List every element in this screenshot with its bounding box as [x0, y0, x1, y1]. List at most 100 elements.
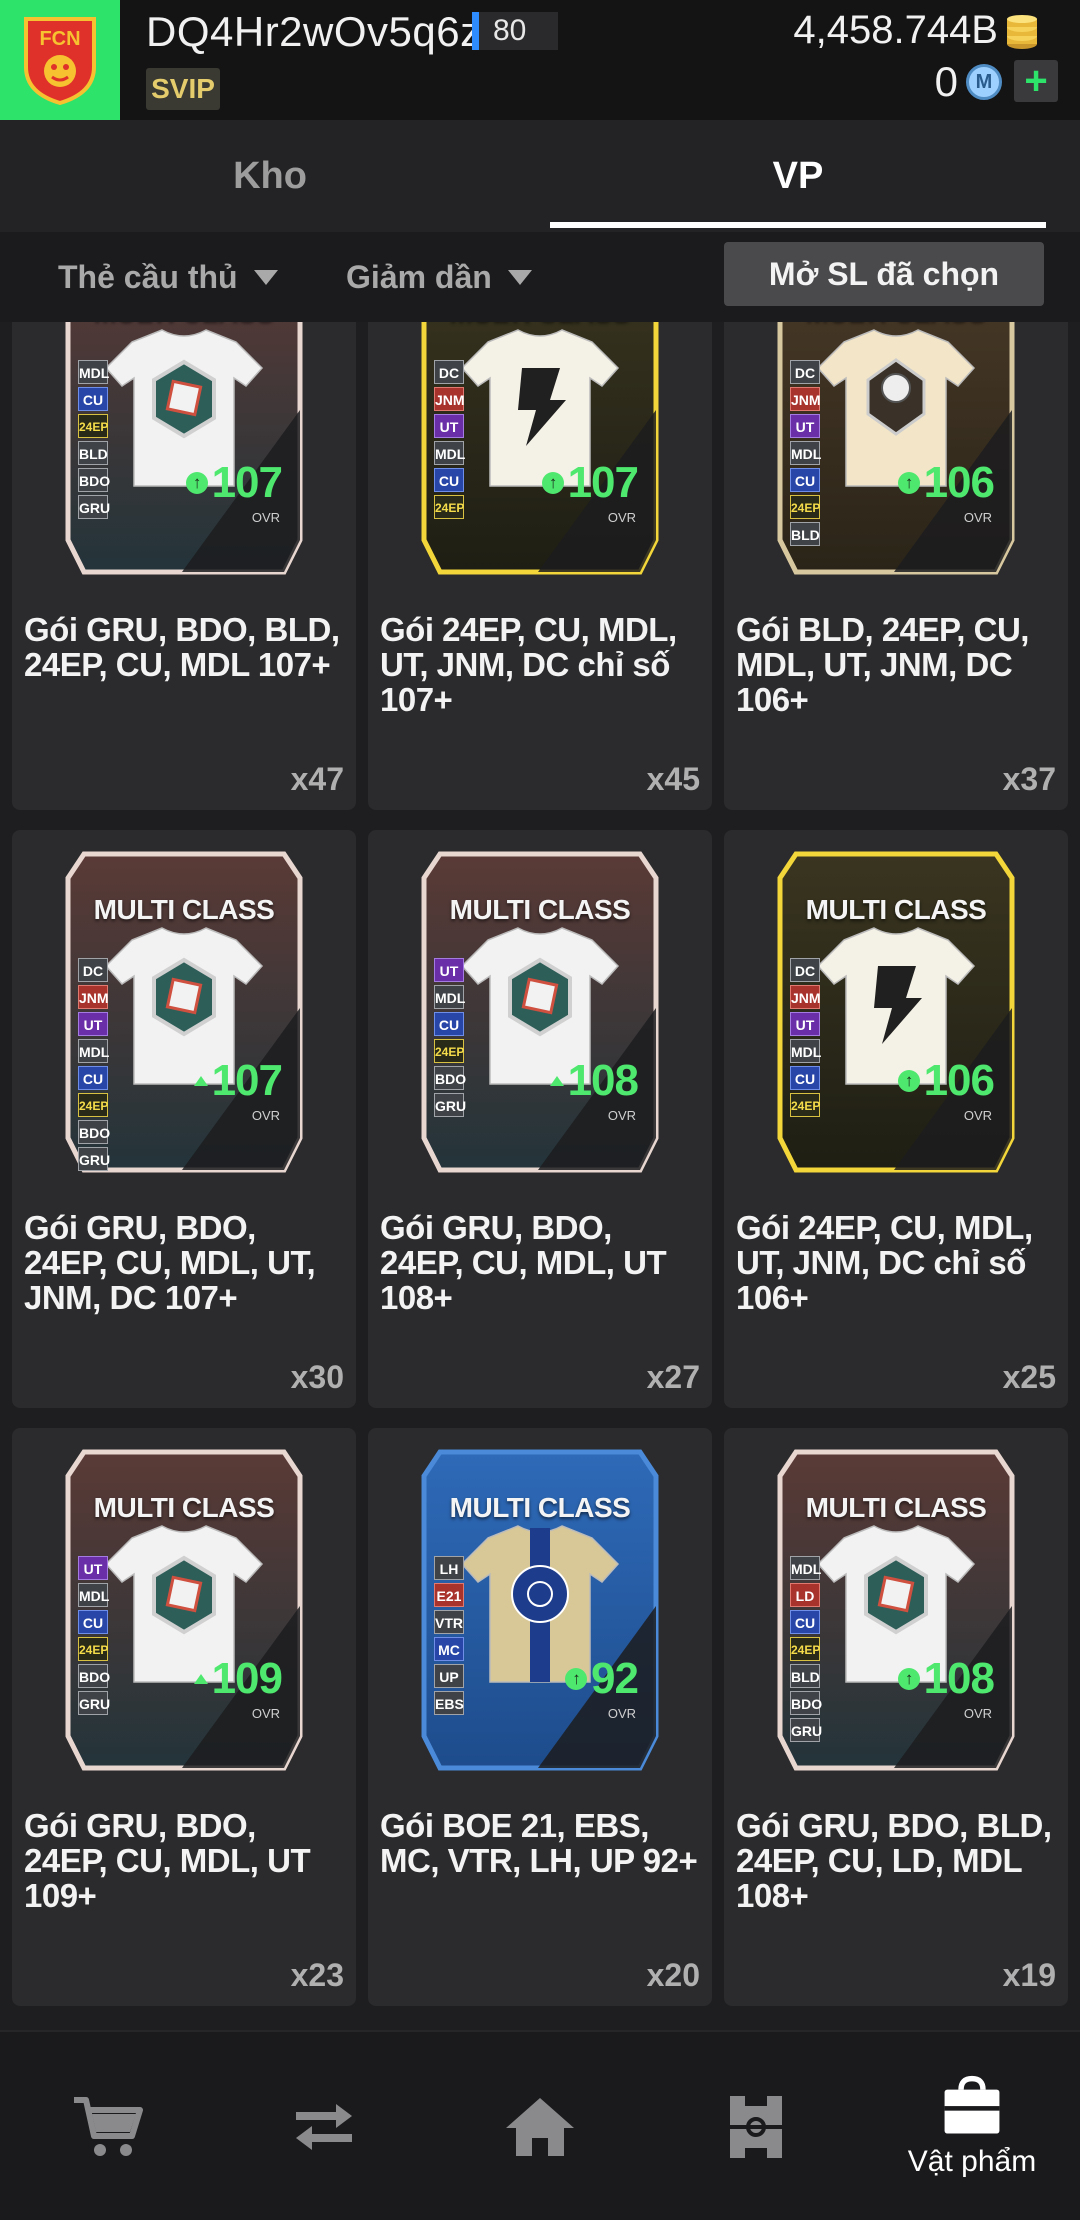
item-quantity: x30 — [290, 1359, 344, 1395]
arrow-up-icon: ↑ — [541, 472, 564, 494]
position-badge: 24EP — [78, 414, 108, 438]
position-badge: UT — [434, 414, 464, 438]
pack-card-image: MULTI CLASS DC JNM UT MDL CU 24EP ↑ 106 OVR — [774, 848, 1018, 1178]
arrow-up-icon — [193, 1076, 208, 1086]
position-badge: MDL — [78, 1039, 109, 1063]
item-name: Gói 24EP, CU, MDL, UT, JNM, DC chỉ số 10… — [380, 611, 677, 718]
ovr-label: OVR — [607, 1706, 636, 1721]
card-title: MULTI CLASS — [62, 322, 306, 328]
coin-balance: 4,458.744B — [793, 8, 998, 52]
inventory-item[interactable]: MULTI CLASS UT MDL CU 24EP BDO GRU 108 OVR Gói GR… — [368, 830, 712, 1408]
tab-vp[interactable]: VP — [550, 120, 1046, 232]
svg-text:FCN: FCN — [39, 28, 80, 50]
position-badge: UT — [790, 1012, 820, 1036]
position-badge: DC — [434, 360, 464, 384]
type-filter-label: Thẻ cầu thủ — [58, 258, 238, 295]
position-badge: UT — [78, 1556, 108, 1580]
item-name: Gói GRU, BDO, 24EP, CU, MDL, UT, JNM, DC… — [24, 1209, 316, 1316]
inventory-item[interactable]: MULTI CLASS DC JNM UT MDL CU 24EP ↑ 106 OVR Gói 24… — [724, 830, 1068, 1408]
transfer-icon — [296, 2104, 352, 2150]
card-title: MULTI CLASS — [805, 894, 987, 925]
position-badge: BDO — [78, 468, 110, 492]
club-crest-icon[interactable]: FCN — [0, 0, 120, 120]
position-list: DC JNM UT MDL CU 24EP — [790, 958, 821, 1117]
position-list: DC JNM UT MDL CU 24EP BDO GRU — [78, 958, 110, 1171]
inventory-item[interactable]: MULTI CLASS DC JNM UT MDL CU 24EP BLD ↑106 OVR Gói… — [724, 322, 1068, 810]
position-badge: 24EP — [434, 1039, 464, 1063]
pack-card-image: MULTI CLASS DC JNM UT MDL CU 24EP BLD ↑106 OVR — [774, 322, 1018, 580]
position-badge: VTR — [434, 1610, 464, 1634]
item-quantity: x27 — [646, 1359, 700, 1395]
position-list: MDL LD CU 24EP BLD BDO GRU — [790, 1556, 822, 1742]
position-badge: CU — [790, 1610, 820, 1634]
ovr-rating: 108 — [549, 1056, 639, 1106]
level-bar — [472, 12, 479, 50]
position-badge: BDO — [78, 1664, 110, 1688]
card-title: MULTI CLASS — [93, 1492, 275, 1523]
position-badge: GRU — [790, 1718, 822, 1742]
ovr-rating: ↑ 108 — [897, 1654, 995, 1704]
card-title: MULTI CLASS — [418, 322, 662, 328]
position-badge: BDO — [78, 1120, 110, 1144]
pack-card-image: MULTI CLASS LH E21 VTR MC UP EBS ↑ 92 OVR — [418, 1446, 662, 1776]
nav-home[interactable] — [432, 2032, 648, 2220]
ovr-value: 106 — [923, 458, 995, 507]
item-name: Gói GRU, BDO, BLD, 24EP, CU, LD, MDL 108… — [736, 1807, 1052, 1914]
type-filter-dropdown[interactable]: Thẻ cầu thủ — [58, 232, 278, 322]
position-badge: LD — [790, 1583, 820, 1607]
arrow-up-icon: ↑ — [185, 472, 208, 494]
position-badge: BDO — [434, 1066, 466, 1090]
dropdown-arrow-icon — [507, 269, 532, 285]
bottom-nav: Vật phẩm — [0, 2030, 1080, 2220]
active-tab-indicator — [550, 222, 1046, 228]
nav-squad[interactable] — [648, 2032, 864, 2220]
add-currency-button[interactable]: + — [1014, 59, 1058, 103]
cart-icon — [74, 2097, 143, 2156]
pack-card-image: MULTI CLASS MDL LD CU 24EP BLD BDO GRU ↑ 108 OVR — [774, 1446, 1018, 1776]
inventory-item[interactable]: MULTI CLASS MDL LD CU 24EP BLD BDO GRU ↑ 108 OVR Gó… — [724, 1428, 1068, 2006]
position-badge: CU — [78, 1066, 108, 1090]
arrow-up-icon — [193, 1674, 208, 1684]
item-quantity: x20 — [646, 1957, 700, 1993]
item-quantity: x45 — [646, 761, 700, 797]
ovr-rating: ↑ 106 — [897, 1056, 995, 1106]
ovr-value: 108 — [567, 1056, 639, 1105]
position-badge: 24EP — [790, 1093, 820, 1117]
open-selected-button[interactable]: Mở SL đã chọn — [724, 242, 1044, 306]
inventory-item[interactable]: MULTI CLASS DC JNM UT MDL CU 24EP BDO GRU 107 OVR G… — [12, 830, 356, 1408]
bag-icon — [944, 2075, 1000, 2134]
position-badge: MDL — [790, 441, 821, 465]
tab-kho[interactable]: Kho — [0, 120, 540, 232]
position-badge: UT — [790, 414, 820, 438]
nav-items[interactable]: Vật phẩm — [864, 2032, 1080, 2220]
item-quantity: x19 — [1002, 1957, 1056, 1993]
inventory-item[interactable]: MULTI CLASS DC JNM UT MDL CU 24EP ↑107 OVR Gói 24… — [368, 322, 712, 810]
pack-card-image: MULTI CLASS DC JNM UT MDL CU 24EP ↑107 OVR — [418, 322, 662, 580]
ovr-label: OVR — [963, 510, 992, 525]
inventory-item[interactable]: MULTI CLASS MDL CU 24EP BLD BDO GRU ↑107 OVR Gói … — [12, 322, 356, 810]
item-quantity: x47 — [290, 761, 344, 797]
sort-order-label: Giảm dần — [346, 258, 492, 295]
ovr-value: 92 — [591, 1654, 639, 1703]
item-grid-scroll[interactable]: MULTI CLASS MDL CU 24EP BLD BDO GRU ↑107 OVR Gói … — [0, 322, 1080, 2020]
position-badge: MDL — [790, 1039, 821, 1063]
position-badge: UT — [434, 958, 464, 982]
username: DQ4Hr2wOv5q6z — [146, 8, 482, 55]
vip-badge[interactable]: SVIP — [146, 68, 220, 110]
nav-shop[interactable] — [0, 2032, 216, 2220]
arrow-up-icon: ↑ — [897, 1070, 920, 1092]
arrow-up-icon: ↑ — [565, 1668, 588, 1690]
ovr-rating: ↑ 107 — [541, 458, 639, 508]
card-title: MULTI CLASS — [449, 894, 631, 925]
inventory-item[interactable]: MULTI CLASS LH E21 VTR MC UP EBS ↑ 92 OVR Gói BOE … — [368, 1428, 712, 2006]
position-badge: CU — [434, 468, 464, 492]
position-list: DC JNM UT MDL CU 24EP — [434, 360, 465, 519]
position-badge: DC — [78, 958, 108, 982]
position-badge: 24EP — [78, 1637, 108, 1661]
inventory-item[interactable]: MULTI CLASS UT MDL CU 24EP BDO GRU 109 OVR Gói GR… — [12, 1428, 356, 2006]
sort-order-dropdown[interactable]: Giảm dần — [346, 232, 532, 322]
level-badge: 80 — [472, 12, 558, 50]
position-badge: BLD — [790, 1664, 820, 1688]
position-badge: JNM — [790, 387, 821, 411]
nav-transfer[interactable] — [216, 2032, 432, 2220]
